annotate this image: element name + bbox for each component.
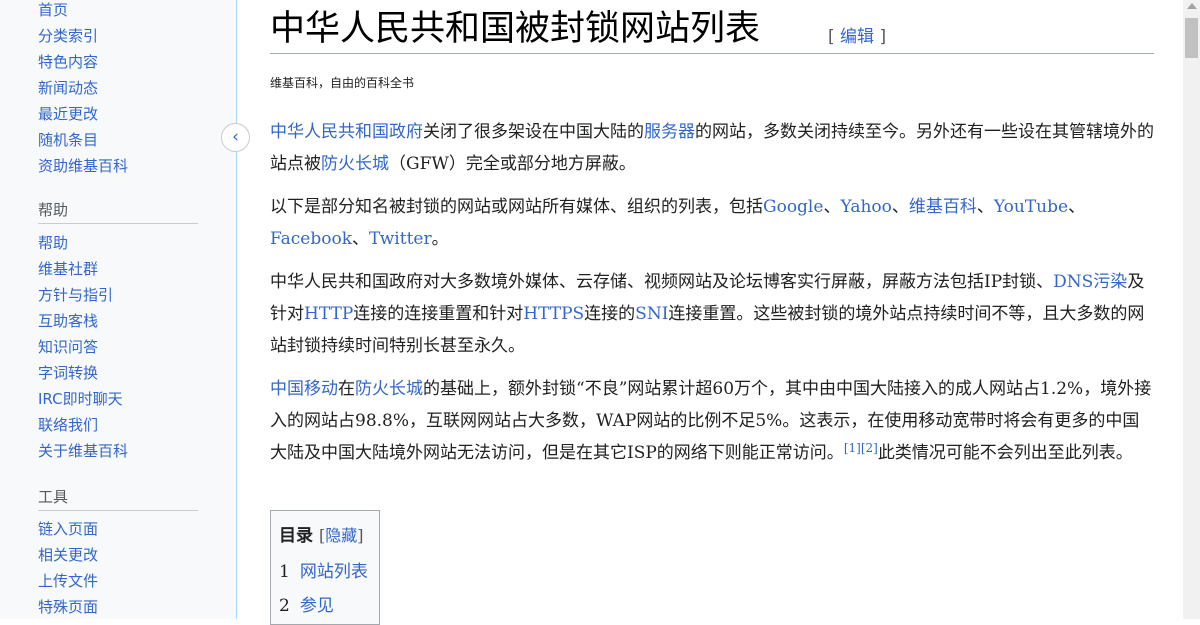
paragraph-china-mobile: 中国移动在防火长城的基础上，额外封锁“不良”网站累计超60万个，其中由中国大陆接… bbox=[270, 373, 1154, 469]
paragraph-methods: 中华人民共和国政府对大多数境外媒体、云存储、视频网站及论坛博客实行屏蔽，屏蔽方法… bbox=[270, 266, 1154, 362]
sidebar-item-help[interactable]: 帮助 bbox=[38, 233, 68, 253]
toc-number: 1 bbox=[279, 562, 290, 582]
edit-link[interactable]: 编辑 bbox=[840, 27, 874, 47]
sidebar-item-random[interactable]: 随机条目 bbox=[38, 130, 98, 150]
link-dns-poisoning[interactable]: DNS污染 bbox=[1053, 272, 1127, 292]
link-yahoo[interactable]: Yahoo bbox=[840, 197, 891, 217]
text: （GFW）完全或部分地方屏蔽。 bbox=[389, 154, 636, 174]
sidebar-item-recent-changes[interactable]: 最近更改 bbox=[38, 104, 98, 124]
text: 以下是部分知名被封锁的网站或网站所有媒体、组织的列表，包括 bbox=[270, 197, 763, 217]
link-sni[interactable]: SNI bbox=[635, 304, 668, 324]
reference-1[interactable]: [1] bbox=[844, 441, 861, 455]
separator: 、 bbox=[352, 229, 370, 249]
toc-item[interactable]: 2 参见 bbox=[279, 591, 334, 616]
sidebar-item-categories[interactable]: 分类索引 bbox=[38, 26, 98, 46]
toc-hide-link[interactable]: 隐藏 bbox=[325, 526, 357, 545]
edit-bracket-open: [ bbox=[828, 27, 835, 47]
edit-section: [ 编辑 ] bbox=[828, 22, 886, 47]
sidebar-item-community[interactable]: 维基社群 bbox=[38, 259, 98, 279]
toc-link-site-list[interactable]: 网站列表 bbox=[300, 562, 368, 582]
link-wikipedia[interactable]: 维基百科 bbox=[909, 197, 977, 217]
text: 中华人民共和国政府对大多数境外媒体、云存储、视频网站及论坛博客实行屏蔽，屏蔽方法… bbox=[270, 272, 1054, 292]
help-heading: 帮助 bbox=[38, 201, 69, 219]
link-http[interactable]: HTTP bbox=[304, 304, 353, 324]
toc-link-see-also[interactable]: 参见 bbox=[300, 596, 334, 616]
help-divider bbox=[38, 223, 198, 224]
link-prc-government[interactable]: 中华人民共和国政府 bbox=[270, 122, 423, 142]
sidebar-item-news[interactable]: 新闻动态 bbox=[38, 78, 98, 98]
link-great-firewall-2[interactable]: 防火长城 bbox=[355, 379, 423, 399]
sidebar-item-qa[interactable]: 知识问答 bbox=[38, 337, 98, 357]
vertical-scrollbar[interactable] bbox=[1183, 0, 1200, 619]
link-facebook[interactable]: Facebook bbox=[270, 229, 352, 249]
page-title: 中华人民共和国被封锁网站列表 bbox=[270, 9, 761, 49]
separator: 。 bbox=[431, 229, 449, 249]
separator: 、 bbox=[891, 197, 909, 217]
link-china-mobile[interactable]: 中国移动 bbox=[270, 379, 338, 399]
sidebar: 首页 分类索引 特色内容 新闻动态 最近更改 随机条目 资助维基百科 帮助 帮助… bbox=[0, 0, 237, 619]
sidebar-item-donate[interactable]: 资助维基百科 bbox=[38, 156, 128, 176]
tools-heading: 工具 bbox=[38, 488, 69, 506]
text: 连接的 bbox=[584, 304, 636, 324]
sidebar-item-about[interactable]: 关于维基百科 bbox=[38, 441, 128, 461]
toc-header: 目录 [隐藏] bbox=[279, 521, 364, 546]
tools-divider bbox=[38, 510, 198, 511]
separator: 、 bbox=[1068, 197, 1086, 217]
link-server[interactable]: 服务器 bbox=[644, 122, 695, 142]
link-google[interactable]: Google bbox=[763, 197, 823, 217]
text: 在 bbox=[338, 379, 355, 399]
paragraph-list-intro: 以下是部分知名被封锁的网站或网站所有媒体、组织的列表，包括Google、Yaho… bbox=[270, 191, 1154, 255]
sidebar-item-what-links-here[interactable]: 链入页面 bbox=[38, 519, 98, 539]
site-tagline: 维基百科，自由的百科全书 bbox=[270, 76, 415, 90]
link-twitter[interactable]: Twitter bbox=[369, 229, 432, 249]
link-youtube[interactable]: YouTube bbox=[994, 197, 1068, 217]
toc-title: 目录 bbox=[279, 526, 313, 546]
separator: 、 bbox=[823, 197, 841, 217]
title-divider bbox=[270, 53, 1154, 54]
sidebar-item-irc[interactable]: IRC即时聊天 bbox=[38, 389, 123, 409]
scrollbar-thumb[interactable] bbox=[1185, 18, 1198, 58]
sidebar-item-village-pump[interactable]: 互助客栈 bbox=[38, 311, 98, 331]
separator: 、 bbox=[976, 197, 994, 217]
paragraph-intro: 中华人民共和国政府关闭了很多架设在中国大陆的服务器的网站，多数关闭持续至今。另外… bbox=[270, 116, 1154, 180]
sidebar-item-related-changes[interactable]: 相关更改 bbox=[38, 545, 98, 565]
text: 连接的连接重置和针对 bbox=[353, 304, 524, 324]
chevron-left-icon: ‹ bbox=[232, 127, 239, 147]
scroll-up-arrow-icon[interactable] bbox=[1187, 3, 1197, 9]
reference-2[interactable]: [2] bbox=[861, 441, 878, 455]
table-of-contents: 目录 [隐藏] 1 网站列表 2 参见 bbox=[270, 510, 380, 625]
toc-item[interactable]: 1 网站列表 bbox=[279, 557, 368, 582]
link-great-firewall[interactable]: 防火长城 bbox=[321, 154, 389, 174]
link-https[interactable]: HTTPS bbox=[523, 304, 584, 324]
sidebar-item-upload[interactable]: 上传文件 bbox=[38, 571, 98, 591]
toc-bracket-close: ] bbox=[357, 526, 364, 545]
sidebar-item-featured[interactable]: 特色内容 bbox=[38, 52, 98, 72]
sidebar-item-contact[interactable]: 联络我们 bbox=[38, 415, 98, 435]
toc-toggle: [隐藏] bbox=[319, 526, 364, 545]
edit-bracket-close: ] bbox=[879, 27, 887, 47]
toc-number: 2 bbox=[279, 596, 290, 616]
sidebar-item-special-pages[interactable]: 特殊页面 bbox=[38, 597, 98, 617]
collapse-sidebar-button[interactable]: ‹ bbox=[221, 123, 250, 152]
sidebar-item-conversion[interactable]: 字词转换 bbox=[38, 363, 98, 383]
text: 此类情况可能不会列出至此列表。 bbox=[877, 443, 1133, 463]
text: 关闭了很多架设在中国大陆的 bbox=[423, 122, 644, 142]
sidebar-item-policies[interactable]: 方针与指引 bbox=[38, 285, 113, 305]
sidebar-item-main-page[interactable]: 首页 bbox=[38, 0, 68, 20]
